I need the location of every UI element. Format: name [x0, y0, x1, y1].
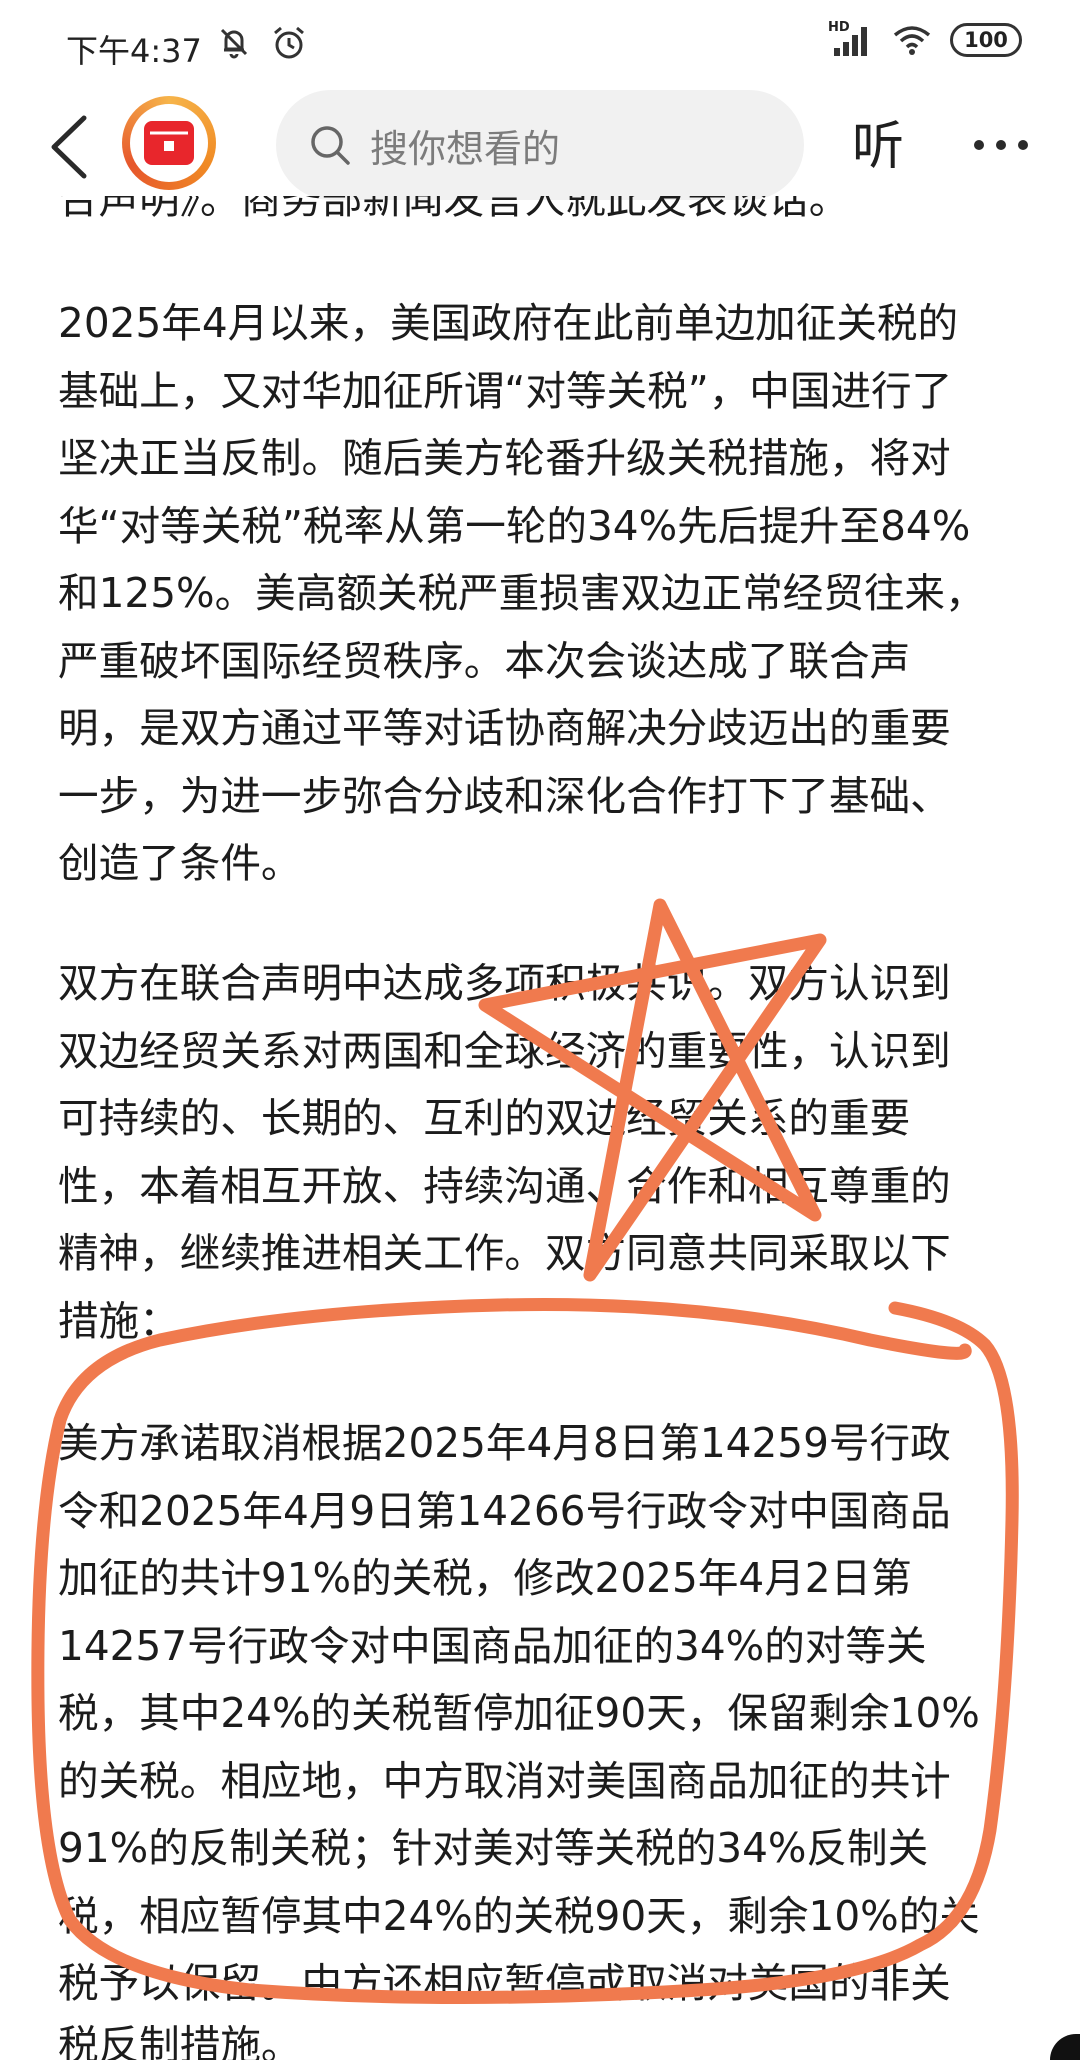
article-text-line: 税，其中24%的关税暂停加征90天，保留剩余10% [58, 1689, 980, 1737]
more-dot [996, 140, 1006, 150]
article-text-line: 加征的共计91%的关税，修改2025年4月2日第 [58, 1554, 912, 1602]
bell-off-icon [220, 28, 248, 59]
article-text-line: 美方承诺取消根据2025年4月8日第14259号行政 [58, 1419, 951, 1467]
article-text-line: 创造了条件。 [58, 839, 302, 887]
battery-level: 100 [964, 28, 1008, 52]
article-cut-bottom-line: 税反制措施。 [58, 2012, 1028, 2060]
article-text-line: 和125%。美高额关税严重损害双边正常经贸往来， [58, 569, 986, 617]
article-text-line: 基础上，又对华加征所谓“对等关税”，中国进行了 [58, 366, 953, 415]
search-box[interactable]: 搜你想看的 [276, 90, 804, 200]
article-text-line: 税，相应暂停其中24%的关税90天，剩余10%的关 [58, 1891, 980, 1940]
article-text-line: 税予以保留。中方还相应暂停或取消对美国的非关 [58, 1959, 951, 2007]
status-bar: 下午4:37 HD 100 [0, 0, 1080, 96]
article-cut-top-line: 合声明》。商务部新闻发言人就此发表谈话。 [58, 196, 1028, 234]
article-text-line: 精神，继续推进相关工作。双方同意共同采取以下 [58, 1229, 951, 1277]
article-text-line: 2025年4月以来，美国政府在此前单边加征关税的 [58, 299, 959, 347]
app-logo-inner [130, 104, 208, 182]
article-text-line: 91%的反制关税；针对美对等关税的34%反制关 [58, 1824, 929, 1872]
article-text-line: 双边经贸关系对两国和全球经济的重要性，认识到 [58, 1026, 951, 1075]
search-icon [311, 126, 350, 165]
article-cut-top-text: 合声明》。商务部新闻发言人就此发表谈话。 [58, 196, 850, 223]
more-dot [1018, 140, 1028, 150]
article-text-line: 14257号行政令对中国商品加征的34%的对等关 [58, 1621, 927, 1670]
listen-button[interactable]: 听 [852, 104, 904, 179]
article-text-line: 性，本着相互开放、持续沟通、合作和相互尊重的 [58, 1161, 951, 1210]
article-text-line: 的关税。相应地，中方取消对美国商品加征的共计 [58, 1756, 951, 1805]
article-cut-bottom-text: 税反制措施。 [58, 2021, 302, 2060]
article-text-line: 令和2025年4月9日第14266号行政令对中国商品 [58, 1486, 951, 1535]
article-paragraph-3: 美方承诺取消根据2025年4月8日第14259号行政 令和2025年4月9日第14… [58, 1410, 1028, 2018]
article-text-line: 华“对等关税”税率从第一轮的34%先后提升至84% [58, 501, 971, 550]
article-paragraph-2: 双方在联合声明中达成多项积极共识。双方认识到 双边经贸关系对两国和全球经济的重要性… [58, 950, 1028, 1355]
article-paragraph-1: 2025年4月以来，美国政府在此前单边加征关税的 基础上，又对华加征所谓“对等关税… [58, 290, 1028, 898]
app-logo[interactable] [122, 96, 216, 190]
scroll-corner [1050, 2034, 1080, 2060]
article-text-line: 坚决正当反制。随后美方轮番升级关税措施，将对 [58, 434, 951, 482]
back-arrow-icon[interactable] [46, 112, 90, 182]
battery-icon: 100 [950, 23, 1022, 57]
article-text-line: 双方在联合声明中达成多项积极共识。双方认识到 [58, 959, 951, 1007]
article-text-line: 一步，为进一步弥合分歧和深化合作打下了基础、 [58, 771, 951, 820]
article-text-line: 可持续的、长期的、互利的双边经贸关系的重要 [58, 1094, 911, 1142]
article-text-line: 措施： [58, 1296, 180, 1345]
more-dot [974, 140, 984, 150]
wifi-icon [893, 26, 931, 55]
status-icons-right: HD 100 [828, 20, 1022, 58]
app-logo-mark [144, 121, 194, 165]
more-icon[interactable] [974, 140, 1028, 150]
status-time: 下午4:37 [66, 32, 202, 70]
alarm-icon [274, 26, 304, 59]
status-icons-left [216, 24, 308, 62]
search-placeholder: 搜你想看的 [370, 126, 561, 171]
article-text-line: 严重破坏国际经贸秩序。本次会谈达成了联合声 [58, 636, 911, 685]
signal-icon: HD [828, 20, 874, 58]
article-text-line: 明，是双方通过平等对话协商解决分歧迈出的重要 [58, 704, 951, 752]
